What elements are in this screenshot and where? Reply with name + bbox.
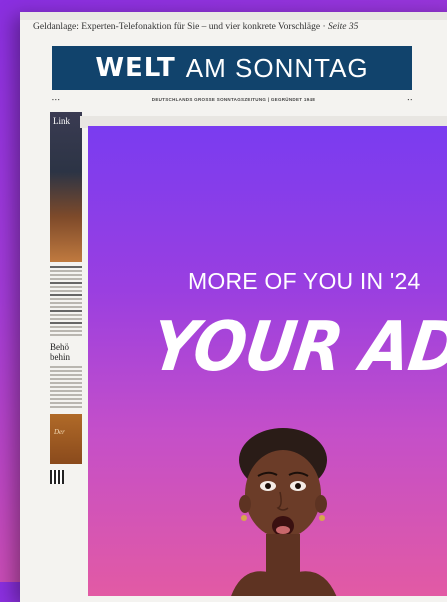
ad-kicker-text: MORE OF YOU IN '24 bbox=[188, 268, 421, 294]
newspaper-photo: Link bbox=[50, 112, 82, 262]
subline-right: ▪ ▪ bbox=[407, 96, 412, 102]
newspaper-photo-2: Der bbox=[50, 414, 82, 464]
paper-top-edge bbox=[20, 12, 447, 20]
photo-title: Link bbox=[53, 116, 70, 126]
teaser-page: Seite 35 bbox=[327, 22, 359, 32]
teaser-text: Geldanlage: Experten-Telefonaktion für S… bbox=[33, 22, 321, 32]
ad-title: YOUR AD bbox=[146, 306, 447, 387]
newspaper-teaser: Geldanlage: Experten-Telefonaktion für S… bbox=[33, 22, 359, 32]
masthead-subline: ▪ ▪ ▪ DEUTSCHLANDS GROSSE SONNTAGSZEITUN… bbox=[52, 94, 412, 104]
masthead-tagline: DEUTSCHLANDS GROSSE SONNTAGSZEITUNG | GE… bbox=[151, 96, 316, 102]
article-text-block bbox=[50, 266, 82, 336]
masthead-welt: WELT bbox=[95, 53, 176, 83]
subline-left: ▪ ▪ ▪ bbox=[52, 96, 60, 102]
left-headline: Behö behin bbox=[50, 342, 70, 362]
newspaper-masthead: WELT AM SONNTAG bbox=[52, 46, 412, 90]
qr-code bbox=[50, 470, 64, 484]
woman-illustration bbox=[231, 428, 337, 596]
article-text-block-2 bbox=[50, 366, 82, 408]
newspaper-left-column: Link Behö behin Der bbox=[50, 112, 82, 572]
masthead-am-sonntag: AM SONNTAG bbox=[185, 52, 369, 83]
